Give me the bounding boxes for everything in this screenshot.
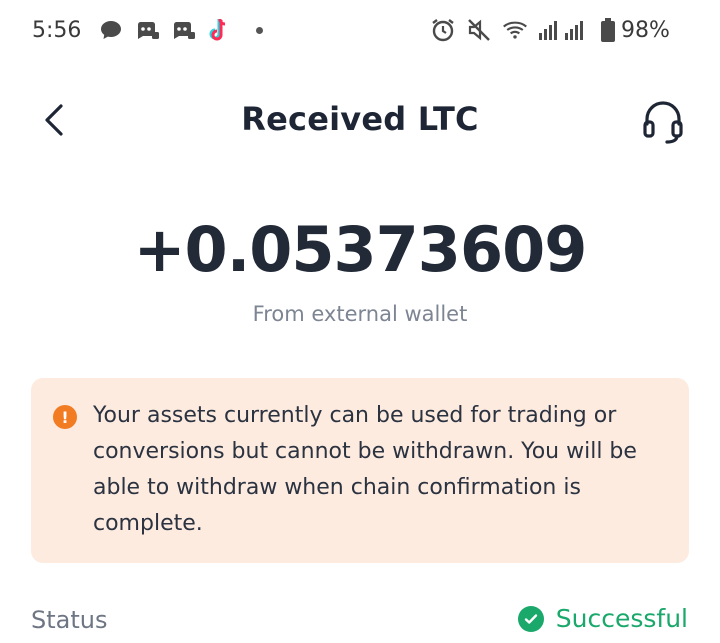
status-label: Status [31,606,108,634]
tiktok-icon [206,17,232,43]
page-title: Received LTC [241,100,479,138]
battery-icon [600,17,616,43]
transaction-amount: +0.05373609 [133,213,588,286]
alarm-icon [430,17,456,43]
headset-icon [643,101,683,144]
signal-icon [538,17,590,43]
status-time: 5:56 [32,18,82,43]
chat-bubble-icon [98,17,124,43]
notification-icons [98,17,263,43]
warning-icon: ! [53,405,77,429]
status-bar: 5:56 98% [0,0,720,66]
more-notifications-dot [256,26,263,34]
notice-text: Your assets currently can be used for tr… [93,403,637,536]
mute-icon [466,17,492,43]
transaction-source: From external wallet [252,302,468,326]
withdraw-notice: ! Your assets currently can be used for … [31,378,689,563]
support-button[interactable] [638,98,688,144]
discord-icon [134,17,160,43]
check-circle-icon [517,605,544,632]
status-text: Successful [555,604,688,633]
battery-percent: 98% [621,18,670,43]
system-icons [430,17,616,43]
wifi-icon [502,17,528,43]
discord-icon [170,17,196,43]
status-value: Successful [517,604,688,633]
